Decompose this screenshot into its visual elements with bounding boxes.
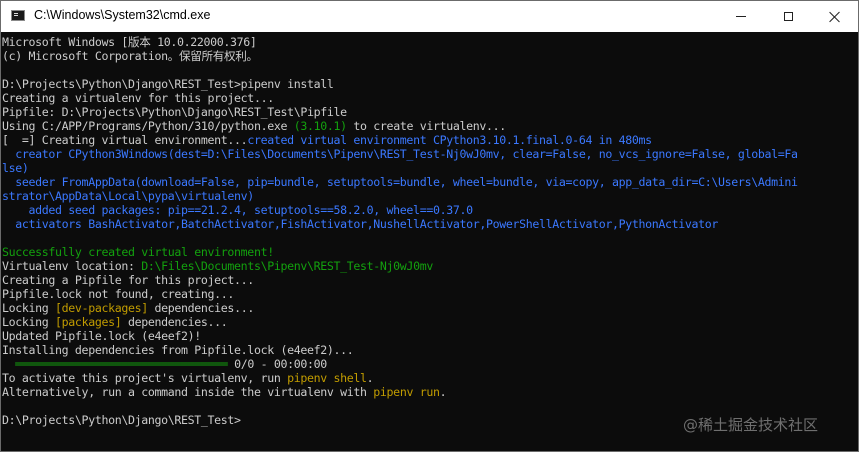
console-text-segment: Pipfile: D:\Projects\Python\Django\REST_…	[2, 105, 347, 119]
console-line: Successfully created virtual environment…	[2, 245, 274, 259]
console-text-segment: Successfully created virtual environment…	[2, 245, 274, 259]
console-line: Locking [dev-packages] dependencies...	[2, 301, 254, 315]
cmd-window: C:\Windows\System32\cmd.exe Microsoft Wi…	[0, 0, 859, 452]
console-text-segment: creator CPython3Windows(dest=D:\Files\Do…	[2, 147, 798, 161]
cmd-app-icon	[11, 10, 25, 21]
console-text-segment: (3.10.1)	[293, 119, 347, 133]
console-line: Installing dependencies from Pipfile.loc…	[2, 343, 354, 357]
console-text-segment: Pipfile.lock not found, creating...	[2, 287, 235, 301]
minimize-button[interactable]	[718, 1, 764, 32]
window-title: C:\Windows\System32\cmd.exe	[34, 8, 211, 22]
console-line: Creating a Pipfile for this project...	[2, 273, 254, 287]
console-text-segment: created virtual environment CPython3.10.…	[247, 133, 652, 147]
console-line: lse)	[2, 161, 29, 175]
console-text-segment: [dev-packages]	[55, 301, 148, 315]
console-line: Updated Pipfile.lock (e4eef2)!	[2, 329, 201, 343]
console-text-segment: Locking	[2, 315, 56, 329]
console-text-segment: .	[366, 371, 374, 385]
console-line: (c) Microsoft Corporation。保留所有权利。	[2, 49, 258, 63]
console-text-segment: To activate this project's virtualenv, r…	[2, 371, 288, 385]
maximize-icon	[783, 12, 793, 21]
console-line: Alternatively, run a command inside the …	[2, 385, 447, 399]
console-text-segment: .	[439, 385, 447, 399]
watermark-text: @稀土掘金技术社区	[683, 416, 819, 434]
close-button[interactable]	[812, 1, 858, 32]
console-line: Locking [packages] dependencies...	[2, 315, 228, 329]
console-line: Using C:/APP/Programs/Python/310/python.…	[2, 119, 506, 133]
console-line: Creating a virtualenv for this project..…	[2, 91, 274, 105]
console-text-segment: D:\Projects\Python\Django\REST_Test>pipe…	[2, 77, 334, 91]
console-text-segment: dependencies...	[121, 315, 228, 329]
console-text-segment: Alternatively, run a command inside the …	[2, 385, 374, 399]
console-text-segment: lse)	[2, 161, 29, 175]
console-text-segment: activators BashActivator,BatchActivator,…	[2, 217, 719, 231]
console-line: Microsoft Windows [版本 10.0.22000.376]	[2, 35, 257, 49]
console-line: Pipfile.lock not found, creating...	[2, 287, 234, 301]
minimize-icon	[736, 16, 746, 17]
console-text-segment: Using C:/APP/Programs/Python/310/python.…	[2, 119, 294, 133]
console-text-segment: Microsoft Windows [版本 10.0.22000.376]	[2, 35, 257, 49]
console-text-segment: Virtualenv location:	[2, 259, 142, 273]
console-text-segment: seeder FromAppData(download=False, pip=b…	[2, 175, 798, 189]
console-text-segment: [ =] Creating virtual environment...	[2, 133, 248, 147]
console-line: activators BashActivator,BatchActivator,…	[2, 217, 718, 231]
console-text-segment: Creating a virtualenv for this project..…	[2, 91, 274, 105]
console-line: Pipfile: D:\Projects\Python\Django\REST_…	[2, 105, 347, 119]
console-text-segment: strator\AppData\Local\pypa\virtualenv)	[2, 189, 254, 203]
console-line: creator CPython3Windows(dest=D:\Files\Do…	[2, 147, 798, 161]
console-text-segment: Locking	[2, 301, 56, 315]
console-line: D:\Projects\Python\Django\REST_Test>	[2, 413, 241, 427]
console-line: added seed packages: pip==21.2.4, setupt…	[2, 203, 474, 217]
console-text-segment: added seed packages: pip==21.2.4, setupt…	[2, 203, 474, 217]
console-line: ════════════════════════════════ 0/0 - 0…	[2, 357, 327, 371]
console-line: D:\Projects\Python\Django\REST_Test>pipe…	[2, 77, 334, 91]
console-line: To activate this project's virtualenv, r…	[2, 371, 374, 385]
console-text-segment: Installing dependencies from Pipfile.loc…	[2, 343, 354, 357]
title-bar[interactable]: C:\Windows\System32\cmd.exe	[1, 1, 858, 32]
console-line: seeder FromAppData(download=False, pip=b…	[2, 175, 798, 189]
console-text-segment: to create virtualenv...	[346, 119, 506, 133]
console-text-segment: Updated Pipfile.lock (e4eef2)!	[2, 329, 201, 343]
console-text-segment: ════════════════════════════════	[2, 357, 235, 371]
console-text-segment: (c) Microsoft Corporation。保留所有权利。	[2, 49, 258, 63]
console-text-segment: dependencies...	[147, 301, 255, 315]
maximize-button[interactable]	[765, 1, 811, 32]
console-text-segment: pipenv run	[373, 385, 440, 399]
console-line: [ =] Creating virtual environment...crea…	[2, 133, 652, 147]
console-text-segment: D:\Projects\Python\Django\REST_Test>	[2, 413, 241, 427]
console-line: strator\AppData\Local\pypa\virtualenv)	[2, 189, 254, 203]
console-text-segment: pipenv shell	[287, 371, 367, 385]
console-text-segment: [packages]	[55, 315, 122, 329]
console-line: Virtualenv location: D:\Files\Documents\…	[2, 259, 433, 273]
console-text-segment: 0/0 - 00:00:00	[234, 357, 327, 371]
console-text-segment: Creating a Pipfile for this project...	[2, 273, 254, 287]
close-icon	[829, 11, 841, 23]
console-text-segment: D:\Files\Documents\Pipenv\REST_Test-Nj0w…	[141, 259, 433, 273]
console-output[interactable]: Microsoft Windows [版本 10.0.22000.376] (c)…	[1, 32, 858, 451]
